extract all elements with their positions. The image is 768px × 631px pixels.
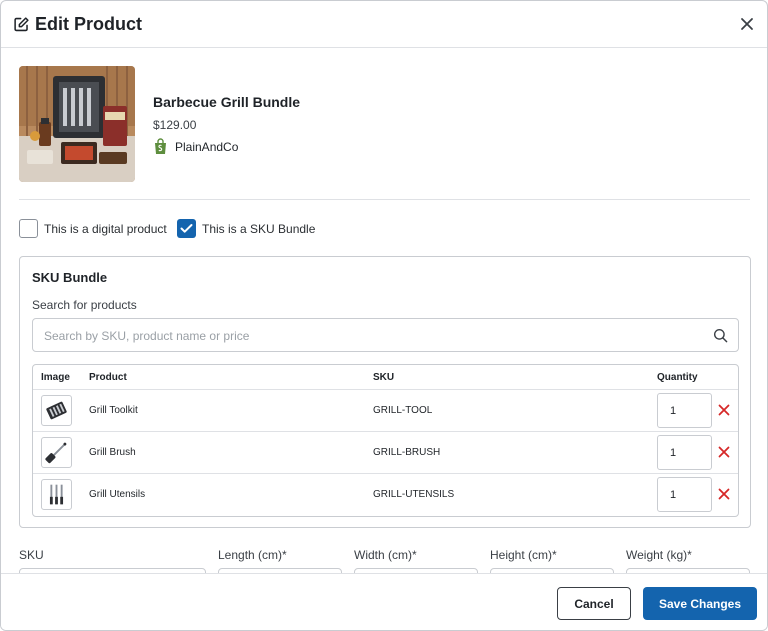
cancel-button[interactable]: Cancel	[557, 587, 631, 620]
grill-brush-image	[41, 437, 72, 468]
item-product-name: Grill Toolkit	[89, 405, 138, 416]
modal-title: Edit Product	[35, 14, 142, 34]
quantity-input[interactable]	[657, 393, 712, 428]
remove-item-icon[interactable]	[718, 404, 730, 416]
column-header-sku: SKU	[373, 372, 395, 383]
product-search-input[interactable]	[44, 327, 694, 345]
table-header: Image Product SKU Quantity	[33, 365, 738, 390]
width-field-label: Width (cm)*	[354, 548, 417, 562]
height-field-label: Height (cm)*	[490, 548, 557, 562]
product-search-box	[32, 318, 739, 352]
product-name: Barbecue Grill Bundle	[153, 94, 301, 110]
save-changes-button[interactable]: Save Changes	[643, 587, 757, 620]
grill-utensils-image	[41, 479, 72, 510]
weight-field-label: Weight (kg)*	[626, 548, 692, 562]
search-icon[interactable]	[713, 328, 728, 343]
close-icon[interactable]	[739, 16, 755, 32]
divider	[19, 199, 750, 200]
item-product-name: Grill Brush	[89, 447, 136, 458]
sku-bundle-label[interactable]: This is a SKU Bundle	[202, 222, 315, 236]
search-label: Search for products	[32, 298, 137, 312]
quantity-input[interactable]	[657, 435, 712, 470]
edit-icon	[14, 17, 29, 32]
table-row: Grill Toolkit GRILL-TOOL	[33, 390, 738, 432]
item-product-name: Grill Utensils	[89, 489, 146, 500]
digital-product-label[interactable]: This is a digital product	[44, 222, 167, 236]
shopify-bag-icon	[155, 138, 166, 154]
column-header-product: Product	[89, 372, 127, 383]
grill-toolkit-image	[41, 395, 72, 426]
item-sku: GRILL-UTENSILS	[373, 489, 455, 500]
quantity-input[interactable]	[657, 477, 712, 512]
sku-bundle-checkbox[interactable]	[177, 219, 196, 238]
digital-product-checkbox[interactable]	[19, 219, 38, 238]
column-header-quantity: Quantity	[657, 372, 698, 383]
item-sku: GRILL-BRUSH	[373, 447, 441, 458]
checkmark-icon	[180, 224, 193, 233]
sku-bundle-title: SKU Bundle	[32, 270, 108, 285]
table-row: Grill Brush GRILL-BRUSH	[33, 432, 738, 474]
item-sku: GRILL-TOOL	[373, 405, 433, 416]
sku-field-label: SKU	[19, 548, 44, 562]
remove-item-icon[interactable]	[718, 488, 730, 500]
product-image	[19, 66, 135, 182]
modal-header: Edit Product	[1, 1, 767, 48]
length-field-label: Length (cm)*	[218, 548, 287, 562]
product-price: $129.00	[153, 118, 197, 132]
modal-footer: Cancel Save Changes	[1, 573, 767, 630]
column-header-image: Image	[41, 372, 70, 383]
store-name: PlainAndCo	[175, 140, 239, 154]
sku-bundle-panel: SKU Bundle Search for products Image Pro…	[19, 256, 751, 528]
bundle-items-table: Image Product SKU Quantity Grill Toolkit	[32, 364, 739, 517]
edit-product-modal: Edit Product Barbecue Grill Bundle $129.…	[0, 0, 768, 631]
remove-item-icon[interactable]	[718, 446, 730, 458]
table-row: Grill Utensils GRILL-UTENSILS	[33, 474, 738, 516]
